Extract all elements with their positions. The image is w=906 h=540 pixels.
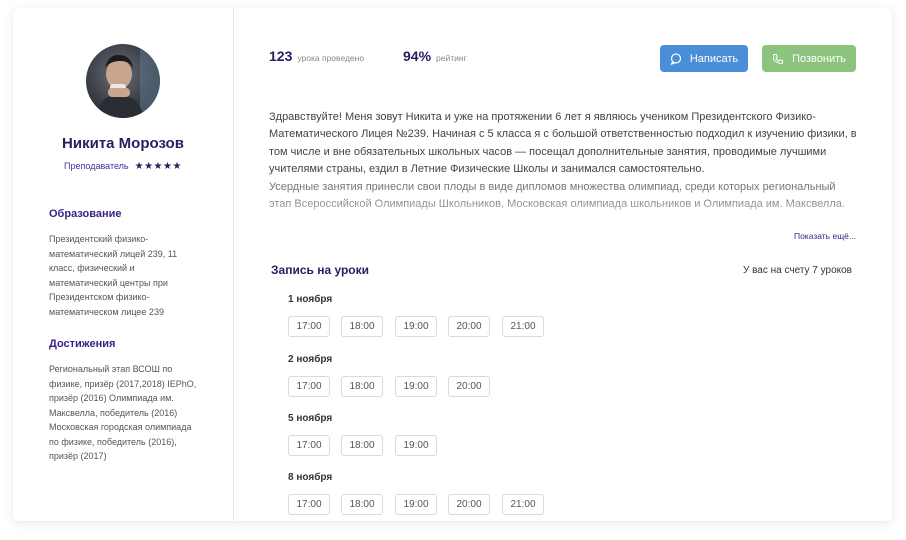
rating-stat: 94% рейтинг [403, 48, 467, 66]
time-slot-button[interactable]: 17:00 [288, 494, 330, 515]
time-slot-button[interactable]: 18:00 [341, 316, 383, 337]
teacher-avatar [86, 44, 160, 118]
achievements-text: Региональный этап ВСОШ по физике, призёр… [49, 364, 197, 461]
booking-title: Запись на уроки [271, 263, 370, 277]
day-label: 8 ноября [288, 472, 333, 483]
time-slot-button[interactable]: 21:00 [502, 494, 544, 515]
time-slot-button[interactable]: 19:00 [395, 435, 437, 456]
chat-bubble-icon [670, 52, 682, 65]
teacher-role-row: Преподаватель ★★★★★ [13, 161, 233, 172]
time-slot-button[interactable]: 20:00 [448, 316, 490, 337]
achievements-title: Достижения [49, 338, 116, 350]
time-slot-button[interactable]: 20:00 [448, 376, 490, 397]
time-slot-button[interactable]: 18:00 [341, 494, 383, 515]
time-slot-button[interactable]: 19:00 [395, 316, 437, 337]
time-slot-button[interactable]: 18:00 [341, 435, 383, 456]
rating-stars-icon: ★★★★★ [134, 161, 182, 172]
teacher-profile-card: Никита Морозов Преподаватель ★★★★★ Образо… [13, 8, 892, 521]
lessons-label: урока проведено [297, 53, 365, 63]
time-slot-button[interactable]: 21:00 [502, 316, 544, 337]
teacher-role: Преподаватель [64, 161, 129, 171]
day-label: 1 ноября [288, 294, 333, 305]
phone-icon [772, 53, 784, 65]
profile-main: 123 урока проведено 94% рейтинг Написать П… [234, 8, 892, 521]
time-slot-button[interactable]: 17:00 [288, 435, 330, 456]
write-message-label: Написать [689, 52, 739, 65]
teacher-name: Никита Морозов [62, 135, 184, 152]
write-message-button[interactable]: Написать [660, 45, 748, 72]
education-text: Президентский физико-математический лице… [49, 234, 178, 317]
time-slot-button[interactable]: 20:00 [448, 494, 490, 515]
bio-paragraph-1: Здравствуйте! Меня зовут Никита и уже на… [269, 111, 857, 176]
education-title: Образование [49, 208, 122, 220]
time-slot-button[interactable]: 18:00 [341, 376, 383, 397]
lessons-balance: У вас на счету 7 уроков [742, 265, 852, 276]
lessons-count: 123 [269, 48, 293, 64]
day-label: 5 ноября [288, 413, 333, 424]
call-button[interactable]: Позвонить [762, 45, 856, 72]
call-label: Позвонить [792, 52, 846, 65]
bio-fade-overlay [269, 196, 864, 236]
rating-value: 94% [403, 48, 432, 64]
time-slot-button[interactable]: 19:00 [395, 494, 437, 515]
lessons-stat: 123 урока проведено [269, 48, 364, 66]
day-label: 2 ноября [288, 354, 333, 365]
time-slot-button[interactable]: 19:00 [395, 376, 437, 397]
time-slot-button[interactable]: 17:00 [288, 376, 330, 397]
show-more-link[interactable]: Показать ещё... [794, 231, 856, 241]
time-slot-button[interactable]: 17:00 [288, 316, 330, 337]
profile-sidebar: Никита Морозов Преподаватель ★★★★★ Образо… [13, 8, 234, 521]
rating-label: рейтинг [436, 53, 467, 63]
